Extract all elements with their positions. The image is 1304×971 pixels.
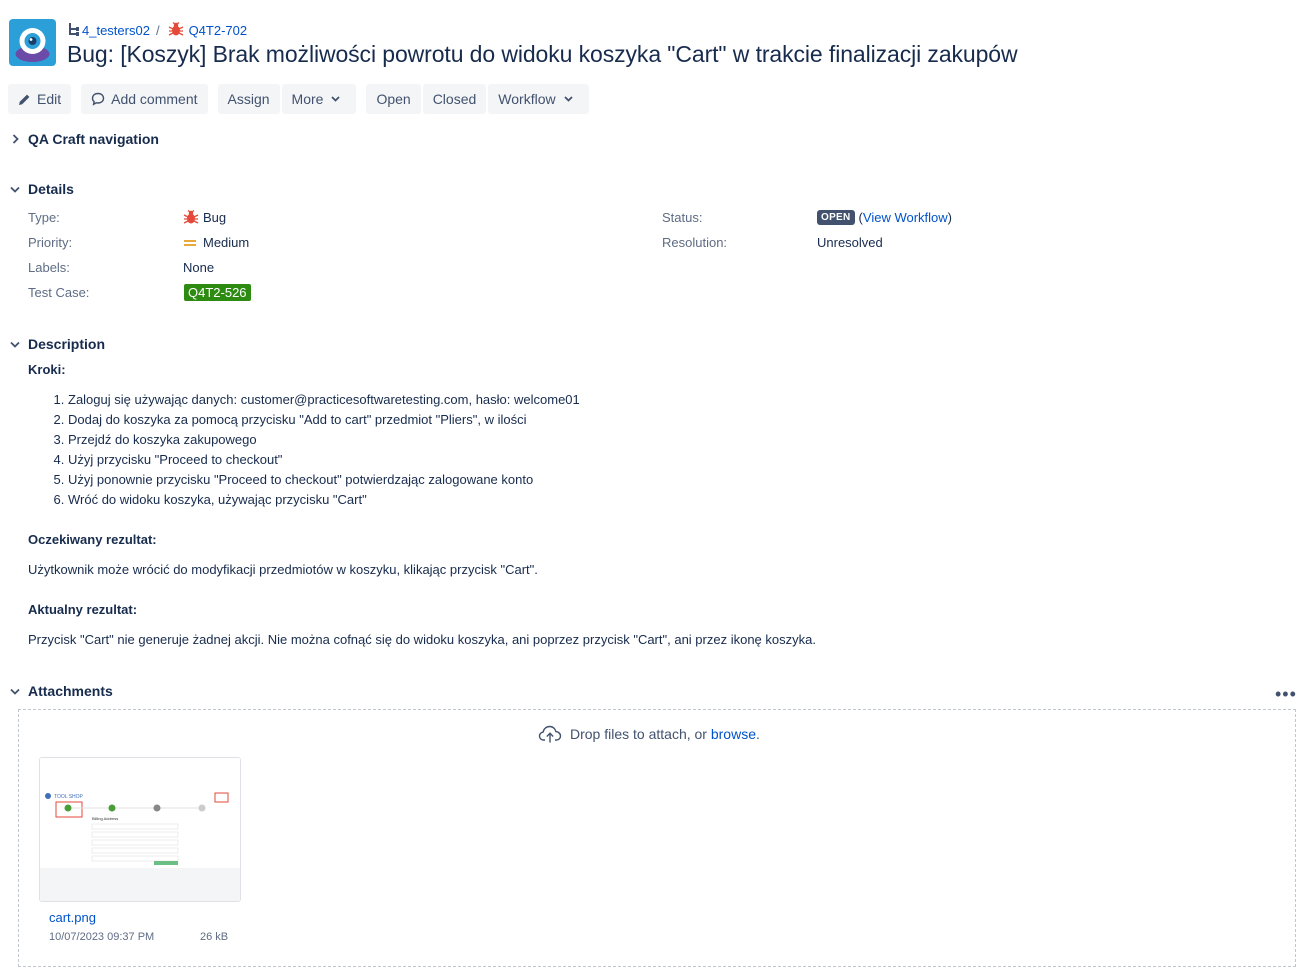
labels-value: None bbox=[183, 260, 215, 275]
attachment-preview-image: TOOL SHOP Billing Address bbox=[40, 758, 240, 901]
priority-medium-icon bbox=[184, 239, 196, 246]
edit-button-label: Edit bbox=[37, 91, 62, 107]
chevron-down-icon bbox=[8, 337, 22, 351]
list-item: Użyj przycisku "Proceed to checkout" bbox=[68, 450, 580, 470]
more-button[interactable]: More bbox=[281, 84, 357, 114]
project-avatar-icon bbox=[9, 19, 56, 66]
browse-link[interactable]: browse bbox=[711, 726, 756, 742]
preview-logo-text: TOOL SHOP bbox=[54, 794, 84, 800]
drop-message: Drop files to attach, or browse. bbox=[538, 724, 760, 744]
expected-result-heading: Oczekiwany rezultat: bbox=[28, 532, 157, 547]
attachments-more-icon[interactable]: ••• bbox=[1275, 684, 1297, 705]
drop-message-period: . bbox=[755, 726, 760, 742]
attachment-date: 10/07/2023 09:37 PM bbox=[49, 931, 155, 943]
breadcrumb-issue-key-link[interactable]: Q4T2-702 bbox=[189, 23, 248, 38]
closed-transition-button[interactable]: Closed bbox=[422, 84, 487, 114]
breadcrumb-project-link[interactable]: 4_testers02 bbox=[82, 23, 150, 38]
bug-icon bbox=[183, 209, 199, 224]
chevron-down-icon bbox=[8, 182, 22, 196]
view-workflow-link[interactable]: View Workflow bbox=[863, 210, 948, 225]
edit-button[interactable]: Edit bbox=[8, 84, 72, 114]
more-button-label: More bbox=[291, 91, 324, 107]
preview-billing-heading: Billing Address bbox=[92, 816, 118, 821]
open-transition-button[interactable]: Open bbox=[366, 84, 421, 114]
test-case-link[interactable]: Q4T2-526 bbox=[184, 284, 251, 301]
workflow-button[interactable]: Workflow bbox=[488, 84, 589, 114]
breadcrumb-separator: / bbox=[155, 23, 160, 38]
issue-toolbar: Edit Add comment Assign More Open Closed… bbox=[8, 84, 591, 114]
chevron-down-icon bbox=[8, 684, 22, 698]
actual-result-heading: Aktualny rezultat: bbox=[28, 602, 138, 617]
details-toggle[interactable]: Details bbox=[8, 181, 74, 197]
add-comment-button[interactable]: Add comment bbox=[81, 84, 208, 114]
bug-icon bbox=[168, 21, 184, 40]
qa-craft-navigation-toggle[interactable]: QA Craft navigation bbox=[8, 131, 159, 147]
test-case-value: Q4T2-526 bbox=[184, 284, 251, 301]
description-heading: Description bbox=[28, 336, 106, 352]
priority-value: Medium bbox=[183, 235, 249, 250]
test-case-label: Test Case: bbox=[28, 285, 90, 300]
qa-craft-navigation-heading: QA Craft navigation bbox=[28, 131, 159, 147]
cloud-upload-icon bbox=[538, 725, 562, 743]
status-label: Status: bbox=[662, 210, 703, 225]
project-hierarchy-icon bbox=[68, 22, 80, 39]
workflow-button-label: Workflow bbox=[498, 91, 556, 107]
drop-message-text: Drop files to attach, or bbox=[570, 726, 707, 742]
project-avatar[interactable] bbox=[9, 19, 56, 66]
expected-result-text: Użytkownik może wrócić do modyfikacji pr… bbox=[28, 562, 538, 577]
list-item: Zaloguj się używając danych: customer@pr… bbox=[68, 390, 580, 410]
resolution-value: Unresolved bbox=[817, 235, 883, 250]
closed-transition-label: Closed bbox=[432, 91, 477, 107]
type-label: Type: bbox=[28, 210, 60, 225]
list-item: Użyj ponownie przycisku "Proceed to chec… bbox=[68, 470, 580, 490]
chevron-down-icon bbox=[563, 96, 573, 102]
pencil-icon bbox=[19, 94, 30, 105]
open-transition-label: Open bbox=[376, 91, 411, 107]
type-value-text: Bug bbox=[203, 209, 227, 225]
steps-heading: Kroki: bbox=[28, 362, 66, 377]
description-toggle[interactable]: Description bbox=[8, 336, 105, 352]
resolution-label: Resolution: bbox=[662, 235, 728, 250]
actual-result-text: Przycisk "Cart" nie generuje żadnej akcj… bbox=[28, 632, 816, 647]
attachments-heading: Attachments bbox=[28, 683, 113, 699]
chevron-right-icon bbox=[8, 132, 22, 146]
breadcrumb: 4_testers02 / Q4T2-702 bbox=[68, 21, 247, 40]
add-comment-button-label: Add comment bbox=[111, 91, 198, 107]
list-item: Wróć do widoku koszyka, używając przycis… bbox=[68, 490, 580, 510]
assign-button[interactable]: Assign bbox=[217, 84, 280, 114]
labels-label: Labels: bbox=[28, 260, 70, 275]
assign-button-label: Assign bbox=[227, 91, 270, 107]
status-lozenge: OPEN bbox=[817, 210, 855, 225]
type-value: Bug bbox=[183, 209, 226, 225]
list-item: Dodaj do koszyka za pomocą przycisku "Ad… bbox=[68, 410, 580, 430]
attachment-size: 26 kB bbox=[200, 931, 229, 943]
list-item: Przejdź do koszyka zakupowego bbox=[68, 430, 580, 450]
priority-label: Priority: bbox=[28, 235, 73, 250]
attachment-thumbnail[interactable]: TOOL SHOP Billing Address bbox=[39, 757, 241, 902]
page-title: Bug: [Koszyk] Brak możliwości powrotu do… bbox=[67, 41, 1018, 67]
chevron-down-icon bbox=[331, 96, 341, 102]
paren-close: ) bbox=[947, 210, 953, 225]
status-value: OPEN (View Workflow) bbox=[817, 210, 952, 225]
priority-value-text: Medium bbox=[203, 235, 250, 250]
attachment-file-name-link[interactable]: cart.png bbox=[49, 910, 96, 925]
attachments-toggle[interactable]: Attachments bbox=[8, 683, 113, 699]
steps-list: Zaloguj się używając danych: customer@pr… bbox=[28, 390, 580, 510]
comment-icon bbox=[91, 92, 105, 106]
details-heading: Details bbox=[28, 181, 74, 197]
